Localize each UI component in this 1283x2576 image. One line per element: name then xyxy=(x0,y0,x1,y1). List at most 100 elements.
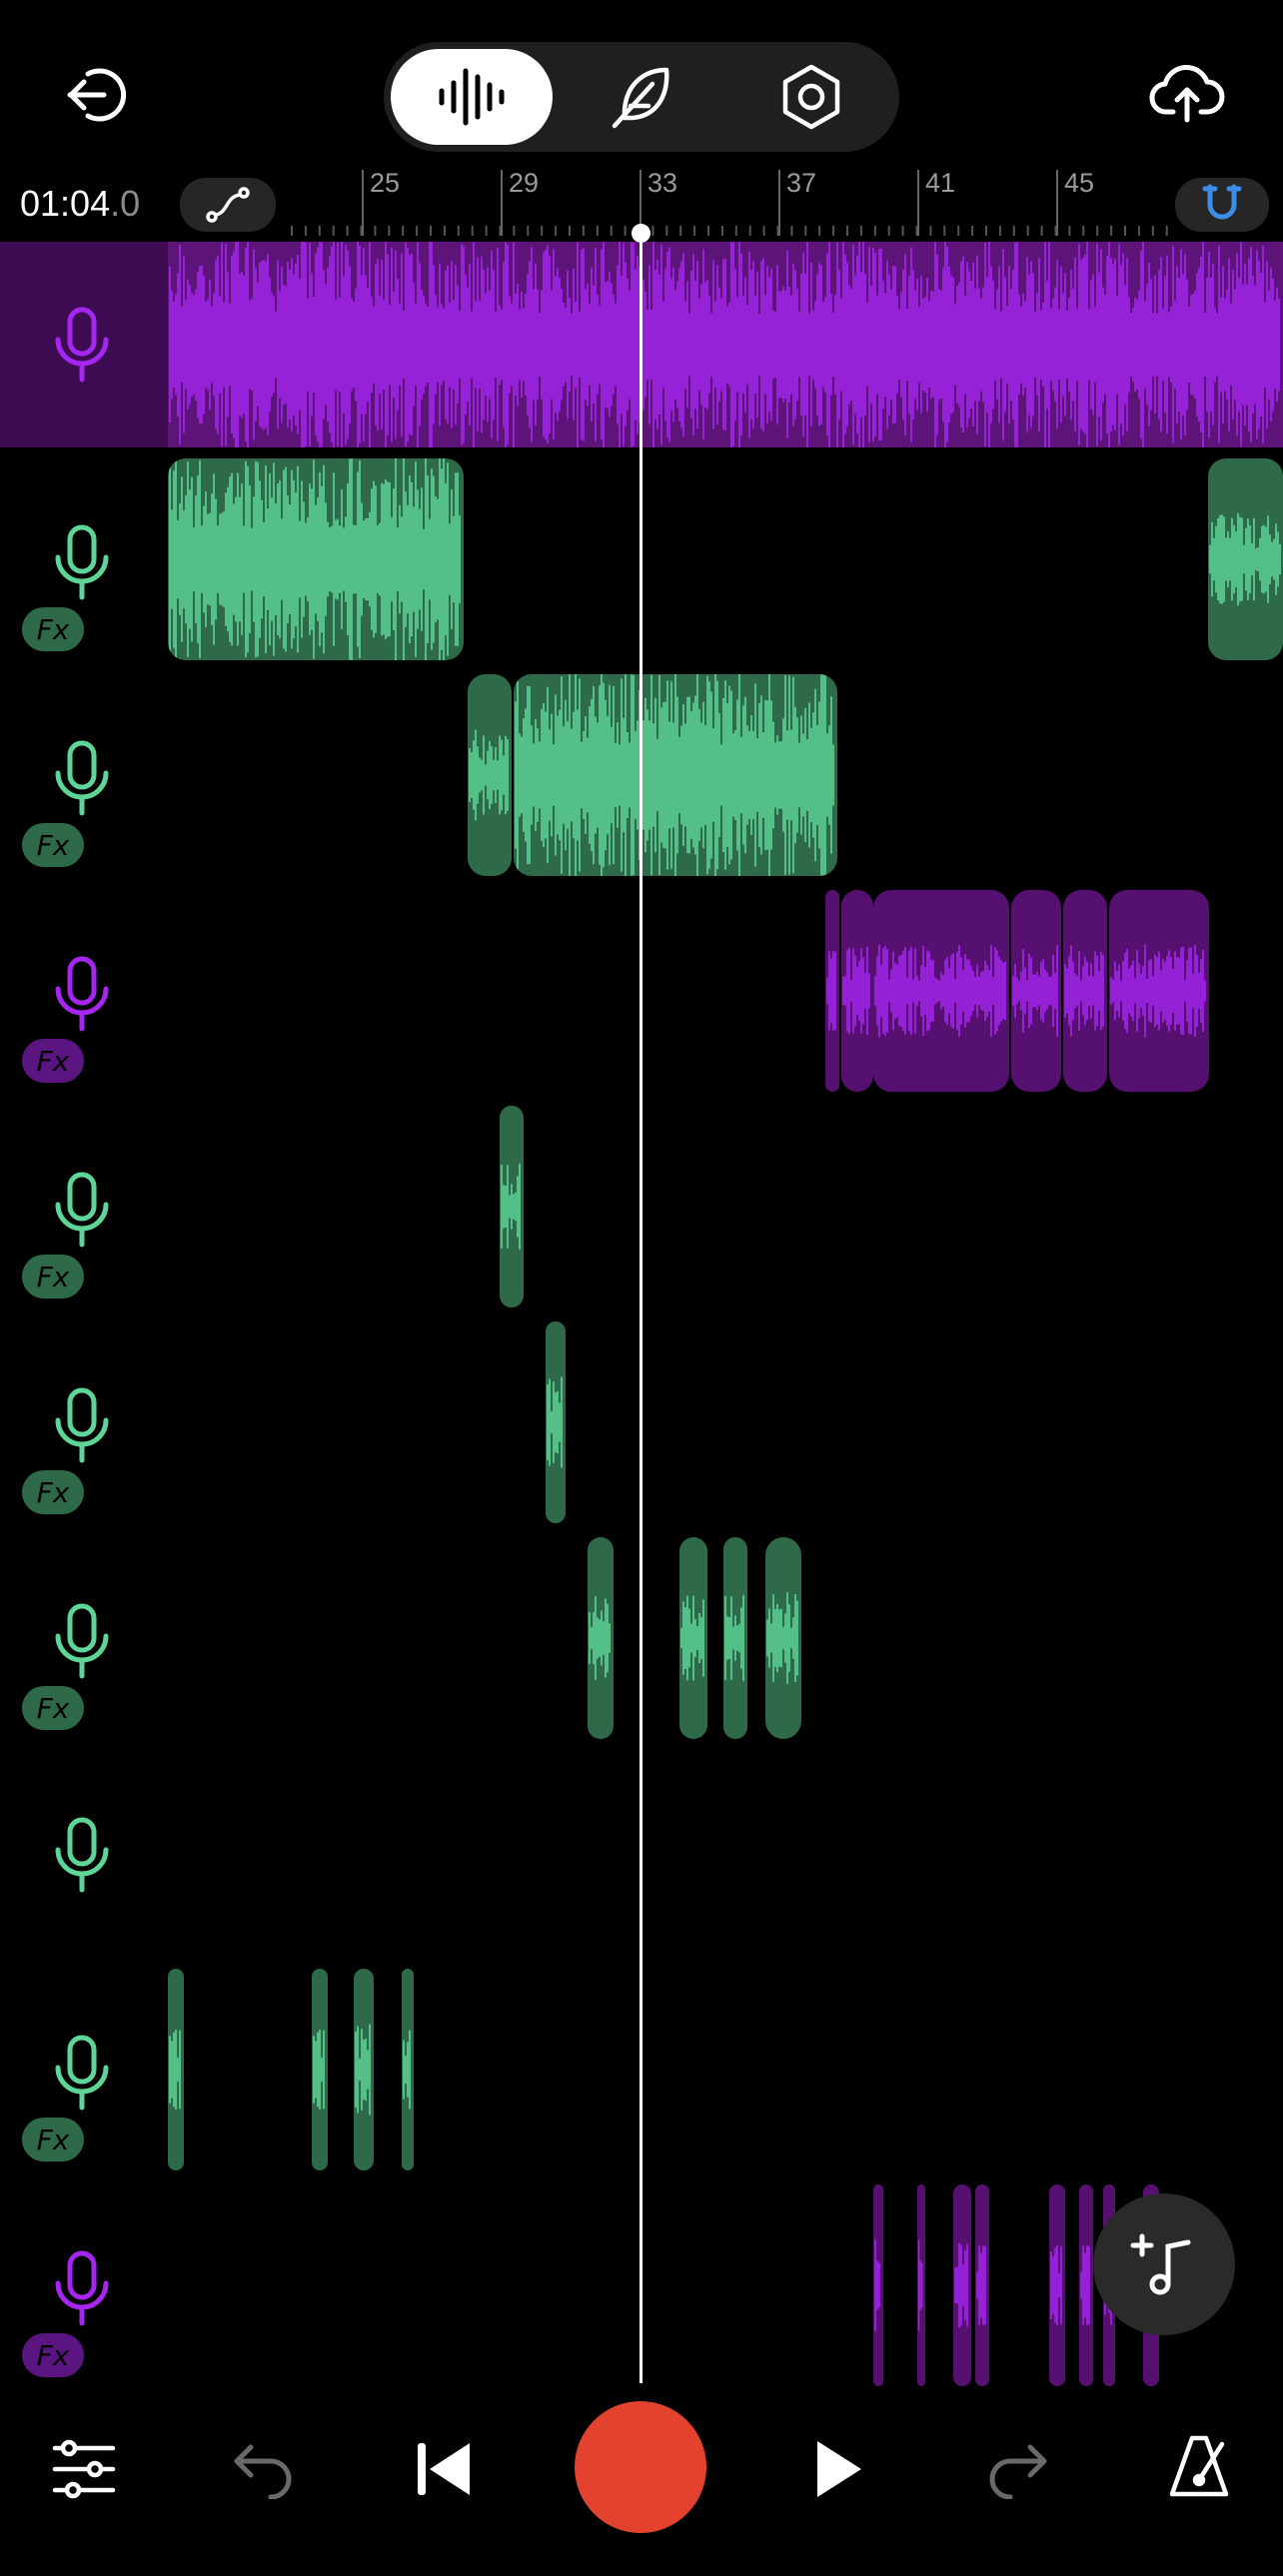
track-fx-button[interactable]: Fx xyxy=(22,607,84,651)
waveform xyxy=(874,944,1006,1038)
microphone-icon xyxy=(55,307,109,383)
track-mic-button[interactable] xyxy=(52,1171,112,1249)
waveform xyxy=(976,2245,986,2325)
audio-clip[interactable] xyxy=(168,242,1283,447)
mode-waveform-tab[interactable] xyxy=(391,49,553,145)
microphone-icon xyxy=(55,1387,109,1463)
skip-back-icon xyxy=(418,2443,470,2495)
audio-clip[interactable] xyxy=(588,1537,614,1739)
exit-button[interactable] xyxy=(58,60,132,130)
audio-clip[interactable] xyxy=(765,1537,801,1739)
audio-clip[interactable] xyxy=(975,2184,989,2386)
audio-clip[interactable] xyxy=(168,458,464,660)
waveform xyxy=(515,674,834,876)
record-button[interactable] xyxy=(575,2401,706,2533)
track-fx-button[interactable]: Fx xyxy=(22,2333,84,2377)
audio-clip[interactable] xyxy=(1109,890,1209,1092)
audio-clip[interactable] xyxy=(1011,890,1061,1092)
play-button[interactable] xyxy=(799,2431,875,2507)
track-header[interactable] xyxy=(0,242,168,447)
playhead[interactable] xyxy=(640,232,642,2383)
audio-clip[interactable] xyxy=(841,890,873,1092)
audio-clip[interactable] xyxy=(679,1537,707,1739)
track-fx-button[interactable]: Fx xyxy=(22,2118,84,2161)
cloud-upload-button[interactable] xyxy=(1147,58,1227,128)
waveform xyxy=(842,946,870,1036)
audio-clip[interactable] xyxy=(546,1321,566,1523)
microphone-icon xyxy=(55,2035,109,2111)
audio-clip[interactable] xyxy=(825,890,839,1092)
waveform xyxy=(1050,2244,1062,2326)
audio-clip[interactable] xyxy=(1208,458,1283,660)
track-mic-button[interactable] xyxy=(52,306,112,384)
audio-clip[interactable] xyxy=(1049,2184,1065,2386)
track-fx-button[interactable]: Fx xyxy=(22,1039,84,1083)
track-mic-button[interactable] xyxy=(52,955,112,1033)
audio-clip[interactable] xyxy=(723,1537,747,1739)
waveform xyxy=(1110,944,1206,1038)
waveform xyxy=(1012,944,1058,1038)
microphone-icon xyxy=(55,1817,109,1893)
track-mic-button[interactable] xyxy=(52,2034,112,2112)
audio-clip[interactable] xyxy=(873,2184,883,2386)
audio-clip[interactable] xyxy=(312,1969,328,2170)
audio-clip[interactable] xyxy=(917,2184,925,2386)
audio-clip[interactable] xyxy=(500,1106,524,1307)
audio-clip[interactable] xyxy=(468,674,512,876)
audio-clip[interactable] xyxy=(168,1969,184,2170)
track-mic-button[interactable] xyxy=(52,1816,112,1894)
track-header[interactable]: Fx xyxy=(0,1968,168,2173)
track-header[interactable]: Fx xyxy=(0,1536,168,1742)
waveform xyxy=(169,2029,181,2111)
track-mic-button[interactable] xyxy=(52,2249,112,2327)
track-mic-button[interactable] xyxy=(52,739,112,817)
audio-clip[interactable] xyxy=(873,890,1009,1092)
mode-feather-tab[interactable] xyxy=(561,49,722,145)
track-mic-button[interactable] xyxy=(52,523,112,601)
audio-clip[interactable] xyxy=(1079,2184,1093,2386)
track-fx-button[interactable]: Fx xyxy=(22,1255,84,1298)
waveform xyxy=(589,1595,611,1681)
microphone-icon xyxy=(55,524,109,600)
track-header[interactable]: Fx xyxy=(0,1320,168,1526)
track-fx-button[interactable]: Fx xyxy=(22,1686,84,1730)
waveform-icon xyxy=(439,68,505,126)
mode-switcher xyxy=(384,42,899,152)
mode-settings-tab[interactable] xyxy=(730,49,892,145)
track-header[interactable]: Fx xyxy=(0,2183,168,2389)
add-music-button[interactable] xyxy=(1093,2193,1235,2335)
audio-clip[interactable] xyxy=(354,1969,374,2170)
waveform xyxy=(954,2242,968,2328)
microphone-icon xyxy=(55,2250,109,2326)
waveform xyxy=(547,1376,563,1468)
audio-clip[interactable] xyxy=(402,1969,414,2170)
track-header[interactable] xyxy=(0,1752,168,1958)
track-mic-button[interactable] xyxy=(52,1386,112,1464)
audio-clip[interactable] xyxy=(514,674,837,876)
cloud-upload-icon xyxy=(1149,64,1225,123)
redo-button[interactable] xyxy=(979,2431,1055,2507)
undo-button[interactable] xyxy=(226,2431,302,2507)
exit-icon xyxy=(67,68,127,122)
track-mic-button[interactable] xyxy=(52,1602,112,1680)
metronome-button[interactable] xyxy=(1159,2427,1239,2507)
track-header[interactable]: Fx xyxy=(0,673,168,879)
playhead-handle[interactable] xyxy=(632,224,650,243)
waveform xyxy=(313,2029,325,2111)
track-fx-button[interactable]: Fx xyxy=(22,1470,84,1514)
waveform xyxy=(826,951,836,1031)
skip-back-button[interactable] xyxy=(406,2431,482,2507)
track-header[interactable]: Fx xyxy=(0,889,168,1095)
track-fx-button[interactable]: Fx xyxy=(22,823,84,867)
audio-clip[interactable] xyxy=(953,2184,971,2386)
sliders-icon xyxy=(52,2439,116,2499)
top-bar xyxy=(0,0,1283,180)
track-header[interactable]: Fx xyxy=(0,1105,168,1310)
add-music-icon xyxy=(1130,2233,1191,2295)
audio-clip[interactable] xyxy=(1063,890,1107,1092)
feather-icon xyxy=(612,67,669,129)
microphone-icon xyxy=(55,956,109,1032)
mixer-button[interactable] xyxy=(46,2431,122,2507)
waveform xyxy=(501,1163,521,1251)
track-header[interactable]: Fx xyxy=(0,457,168,663)
